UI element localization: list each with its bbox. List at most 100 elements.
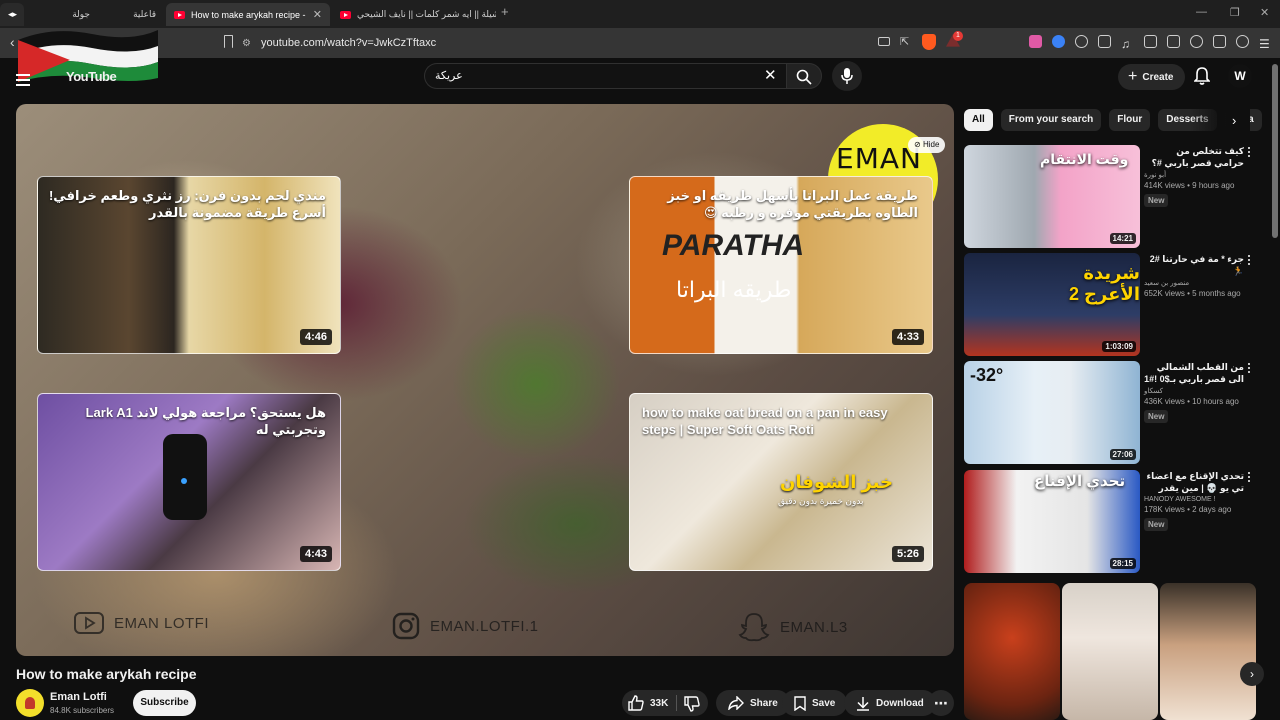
- recommended-video-4-duration: 28:15: [1109, 558, 1136, 569]
- chevron-right-icon[interactable]: ›: [1232, 113, 1236, 128]
- minimize-icon[interactable]: —: [1196, 6, 1207, 18]
- vpn-icon[interactable]: [1236, 35, 1249, 48]
- channel-name[interactable]: Eman Lotfi: [50, 691, 107, 703]
- endscreen-video-3[interactable]: هل يستحق؟ مراجعة هولي لاند Lark A1 وتجرب…: [37, 393, 341, 571]
- short-2[interactable]: [1062, 583, 1158, 720]
- create-button[interactable]: + Create: [1118, 64, 1186, 90]
- recommended-video-1-title[interactable]: كيف تتخلص من حرامي قصر باربي #؟ 👿🧡: [1144, 145, 1244, 169]
- more-horizontal-icon: ⋯: [934, 694, 948, 711]
- cast-icon[interactable]: [878, 37, 890, 46]
- endscreen-video-1[interactable]: مندي لحم بدون فرن: رز نثري وطعم خرافي! أ…: [37, 176, 341, 354]
- youtube-logo[interactable]: YouTube: [66, 69, 117, 84]
- shorts-next-button[interactable]: ›: [1240, 662, 1264, 686]
- save-button[interactable]: Save: [782, 690, 848, 716]
- download-button[interactable]: Download: [844, 690, 936, 716]
- shorts-shelf: [964, 583, 1256, 720]
- search-button[interactable]: [786, 63, 822, 89]
- microphone-device-image: [163, 434, 207, 520]
- endscreen-video-2[interactable]: طريقة عمل البراتا بأسهل طريقه او خبز الط…: [629, 176, 933, 354]
- recommended-video-4-meta: 178K views • 2 days ago: [1144, 505, 1232, 514]
- more-vertical-icon[interactable]: [1248, 255, 1251, 267]
- recommended-video-4-info: تحدي الإقناع مع اعضاء تي يو 💀 | مين يقدر…: [1144, 470, 1244, 532]
- clear-search-icon[interactable]: ✕: [764, 66, 777, 84]
- sidebar-icon[interactable]: [1144, 35, 1157, 48]
- browser-address-bar: ‹ ⚙ youtube.com/watch?v=JwkCzTftaxc ⇱ 1 …: [0, 28, 1280, 58]
- short-3[interactable]: [1160, 583, 1256, 720]
- recommended-video-4-thumbnail[interactable]: تحدي الإقناع 28:15: [964, 470, 1140, 573]
- tab-4[interactable]: شيلة || ايه شمر كلمات || نايف الشيحي: [332, 3, 496, 26]
- extension-pink-icon[interactable]: [1029, 35, 1042, 48]
- menu-icon[interactable]: ☰: [1259, 35, 1272, 51]
- like-button[interactable]: 33K: [628, 690, 668, 716]
- wallet-icon[interactable]: [1167, 35, 1180, 48]
- endscreen-video-2-title: طريقة عمل البراتا بأسهل طريقه او خبز الط…: [667, 188, 918, 220]
- recommended-video-1-badge: New: [1144, 194, 1169, 207]
- recommended-video-1-channel[interactable]: أبو نورة: [1144, 171, 1244, 179]
- channel-avatar[interactable]: [16, 689, 44, 717]
- plus-icon: +: [1128, 68, 1138, 85]
- short-1[interactable]: [964, 583, 1060, 720]
- more-vertical-icon[interactable]: [1248, 363, 1251, 375]
- thumbs-down-icon[interactable]: [684, 696, 700, 712]
- recommended-video-4-title[interactable]: تحدي الإقناع مع اعضاء تي يو 💀 | مين يقدر…: [1144, 470, 1245, 494]
- recommended-video-4-channel[interactable]: HANODY AWESOME !: [1144, 496, 1244, 503]
- download-label: Download: [876, 697, 924, 709]
- recommended-video-4-thumb-text: تحدي الإقناع: [1034, 473, 1126, 490]
- more-vertical-icon[interactable]: [1248, 472, 1251, 484]
- share-page-icon[interactable]: ⇱: [900, 35, 909, 48]
- recommended-video-1[interactable]: وقت الانتقام 14:21 كيف تتخلص من حرامي قص…: [964, 145, 1254, 249]
- close-window-icon[interactable]: ✕: [1260, 6, 1269, 19]
- create-label: Create: [1142, 71, 1174, 83]
- instagram-icon: [392, 612, 420, 640]
- music-icon[interactable]: ♫: [1121, 35, 1134, 51]
- extension-circle-icon[interactable]: [1075, 35, 1088, 48]
- maximize-icon[interactable]: ❐: [1230, 6, 1240, 19]
- recommended-video-4[interactable]: تحدي الإقناع 28:15 تحدي الإقناع مع اعضاء…: [964, 470, 1254, 574]
- recommended-video-1-thumbnail[interactable]: وقت الانتقام 14:21: [964, 145, 1140, 248]
- endscreen-video-4[interactable]: how to make oat bread on a pan in easy s…: [629, 393, 933, 571]
- notifications-bell-icon[interactable]: [1194, 67, 1210, 85]
- url-field[interactable]: ⚙ youtube.com/watch?v=JwkCzTftaxc: [242, 32, 862, 54]
- video-player[interactable]: EMAN ⊘ Hide مندي لحم بدون فرن: رز نثري و…: [16, 104, 954, 656]
- leo-ai-icon[interactable]: [1190, 35, 1203, 48]
- share-button[interactable]: Share: [716, 690, 790, 716]
- new-tab-icon[interactable]: +: [501, 4, 509, 19]
- extension-blue-icon[interactable]: [1052, 35, 1065, 48]
- recommended-video-3-thumbnail[interactable]: -32° 27:06: [964, 361, 1140, 464]
- tab-2-label: قاعلية: [133, 9, 156, 19]
- recommended-video-2[interactable]: شريدة الأعرج 2 1:03:09 جرء * مة في حارتن…: [964, 253, 1254, 357]
- download-icon: [857, 696, 869, 711]
- save-label: Save: [812, 697, 836, 709]
- recommended-video-3-channel[interactable]: كسكاو: [1144, 387, 1244, 395]
- bookmark-icon[interactable]: [224, 35, 233, 48]
- endscreen-video-4-overlay-ar: خبز الشوفان: [780, 472, 893, 492]
- recommended-video-2-thumbnail[interactable]: شريدة الأعرج 2 1:03:09: [964, 253, 1140, 356]
- extension-window-icon[interactable]: [1098, 35, 1111, 48]
- site-info-icon[interactable]: ⚙: [242, 38, 251, 49]
- download-manager-icon[interactable]: [1213, 35, 1226, 48]
- chip-flour[interactable]: Flour: [1109, 109, 1151, 131]
- guide-menu-icon[interactable]: [16, 74, 30, 89]
- recommended-video-3[interactable]: -32° 27:06 من القطب الشمالي الى قصر بارب…: [964, 361, 1254, 465]
- chip-all[interactable]: All: [964, 109, 993, 131]
- recommended-video-2-title[interactable]: جرء * مة في حارتنا #2 🏃: [1144, 253, 1244, 277]
- voice-search-button[interactable]: [832, 61, 862, 91]
- close-tab-icon[interactable]: ✕: [313, 8, 322, 21]
- subscribe-button[interactable]: Subscribe: [133, 690, 196, 716]
- save-bookmark-icon: [794, 695, 806, 711]
- rewards-badge: 1: [953, 31, 963, 41]
- search-input[interactable]: عريكة: [424, 63, 786, 89]
- tab-active-video[interactable]: How to make arykah recipe - ✕: [166, 3, 330, 26]
- chip-from-your-search[interactable]: From your search: [1000, 109, 1102, 131]
- account-avatar[interactable]: W: [1228, 64, 1252, 88]
- brave-shields-icon[interactable]: [922, 34, 936, 50]
- page-scrollbar[interactable]: [1272, 64, 1278, 238]
- hide-endscreen-button[interactable]: ⊘ Hide: [908, 137, 946, 153]
- recommended-video-3-title[interactable]: من القطب الشمالي الى قصر باربي بـ$0 !#1: [1144, 361, 1244, 385]
- endscreen-video-1-title: مندي لحم بدون فرن: رز نثري وطعم خرافي! أ…: [48, 188, 326, 220]
- more-vertical-icon[interactable]: [1248, 147, 1251, 159]
- like-dislike-group: 33K: [622, 690, 708, 716]
- recommended-video-2-channel[interactable]: منصور بن سعيد: [1144, 279, 1244, 287]
- more-actions-button[interactable]: ⋯: [928, 690, 954, 716]
- recommended-video-3-duration: 27:06: [1109, 449, 1136, 460]
